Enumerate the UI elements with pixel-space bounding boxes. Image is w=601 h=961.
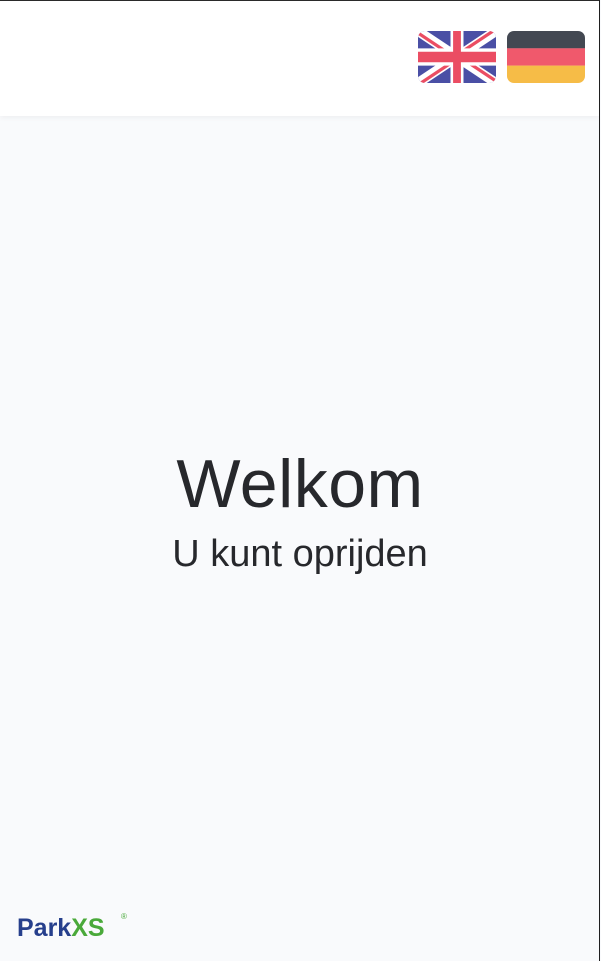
screen: Welkom U kunt oprijden ParkXS ® xyxy=(0,0,600,961)
parkxs-logo: ParkXS xyxy=(17,913,105,943)
language-english-button[interactable] xyxy=(418,31,496,83)
language-german-button[interactable] xyxy=(507,31,585,83)
welcome-title: Welkom xyxy=(176,446,424,522)
top-bar xyxy=(0,0,599,116)
german-flag-icon xyxy=(507,31,585,83)
logo-text-xs: XS xyxy=(71,914,105,942)
uk-flag-icon xyxy=(418,31,496,83)
logo-text-park: Park xyxy=(17,914,72,942)
logo-registered-mark: ® xyxy=(121,912,127,921)
welcome-subtitle: U kunt oprijden xyxy=(172,533,428,575)
